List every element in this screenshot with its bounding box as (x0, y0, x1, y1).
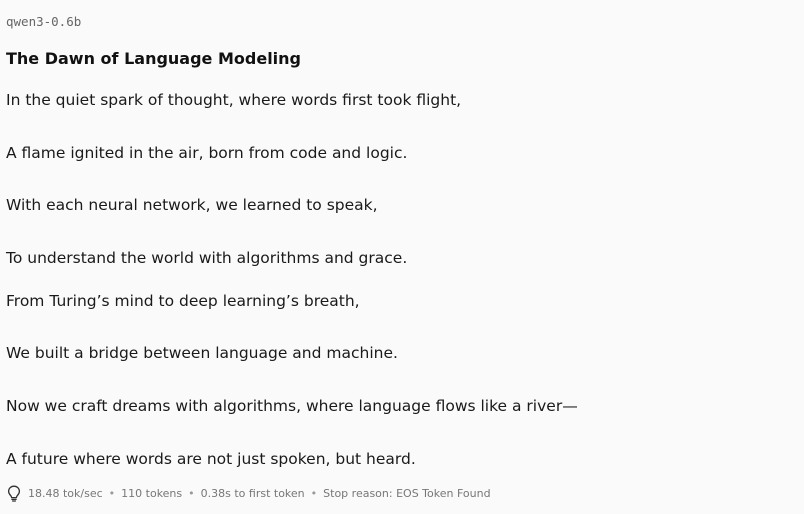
poem-line: A flame ignited in the air, born from co… (6, 144, 408, 162)
stats-separator: • (188, 486, 195, 500)
stop-reason: Stop reason: EOS Token Found (323, 486, 491, 500)
tokens-per-second: 18.48 tok/sec (28, 486, 103, 500)
poem-line: With each neural network, we learned to … (6, 196, 378, 214)
poem-line: In the quiet spark of thought, where wor… (6, 91, 462, 109)
token-count: 110 tokens (121, 486, 183, 500)
poem-line: We built a bridge between language and m… (6, 344, 398, 362)
generation-stats: 18.48 tok/sec • 110 tokens • 0.38s to fi… (6, 484, 491, 502)
poem-line: From Turing’s mind to deep learning’s br… (6, 292, 360, 310)
model-name-label: qwen3-0.6b (6, 14, 82, 29)
poem-title: The Dawn of Language Modeling (6, 49, 301, 68)
time-to-first-token: 0.38s to first token (200, 486, 305, 500)
poem-line: To understand the world with algorithms … (6, 249, 408, 267)
poem-line: A future where words are not just spoken… (6, 450, 416, 468)
stats-separator: • (108, 486, 116, 500)
lightbulb-icon[interactable] (6, 484, 22, 502)
poem-line: Now we craft dreams with algorithms, whe… (6, 397, 578, 415)
stats-separator: • (310, 486, 318, 500)
